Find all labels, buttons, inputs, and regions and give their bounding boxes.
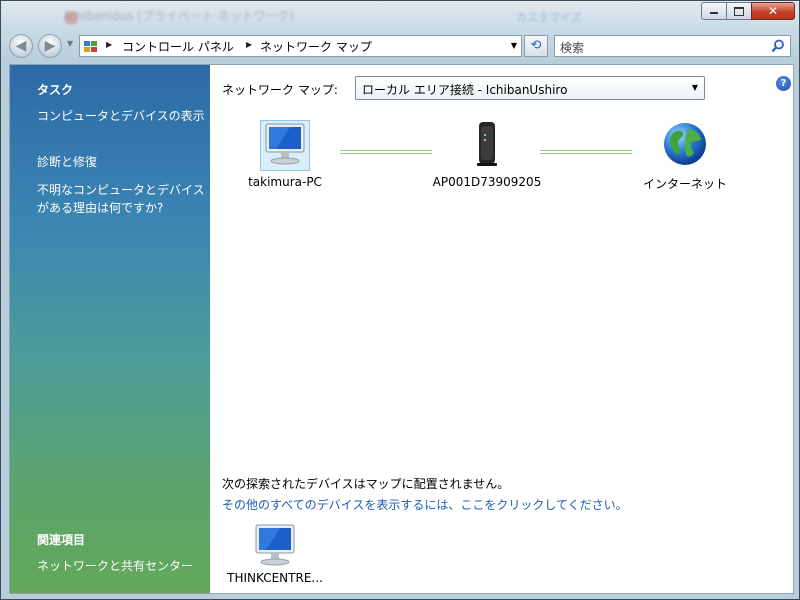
refresh-button[interactable]: ⟲ <box>524 35 548 57</box>
computer-name: takimura-PC <box>248 175 322 189</box>
help-icon[interactable]: ? <box>776 76 791 91</box>
close-icon: ✕ <box>767 4 779 18</box>
tasks-heading: タスク <box>37 83 74 97</box>
task-view-computers-devices[interactable]: コンピュータとデバイスの表示 <box>37 107 207 125</box>
connection-line-pc-router <box>340 150 432 154</box>
back-arrow-icon: ◀ <box>15 38 27 54</box>
computer-icon <box>255 524 295 566</box>
address-dropdown-icon[interactable]: ▼ <box>511 41 517 50</box>
breadcrumb-control-panel[interactable]: コントロール パネル <box>122 38 234 55</box>
connection-select-value: ローカル エリア接続 - IchibanUshiro <box>362 83 568 97</box>
control-panel-icon <box>84 41 97 52</box>
window: Ichibanidos (プライベート ネットワーク) カスタマイズ ✕ ◀ ▶… <box>0 0 800 600</box>
connection-line-router-internet <box>540 150 632 154</box>
back-button[interactable]: ◀ <box>9 34 33 58</box>
refresh-icon: ⟲ <box>530 38 542 53</box>
breadcrumb-separator-icon[interactable]: ▶ <box>106 40 112 49</box>
recent-pages-dropdown[interactable]: ▼ <box>67 39 73 48</box>
search-icon[interactable] <box>771 39 785 53</box>
computer-icon <box>260 120 310 171</box>
router-name: AP001D73909205 <box>432 175 542 189</box>
unplaced-devices-message: 次の探索されたデバイスはマップに配置されません。 <box>222 477 510 491</box>
navigation-bar: ◀ ▶ ▼ ▶ コントロール パネル ▶ ネットワーク マップ ▼ ⟲ 検索 <box>1 31 799 63</box>
globe-icon <box>664 123 706 165</box>
map-node-router[interactable]: AP001D73909205 <box>422 120 552 189</box>
breadcrumb-separator-icon[interactable]: ▶ <box>246 40 252 49</box>
title-bar[interactable]: Ichibanidos (プライベート ネットワーク) カスタマイズ ✕ <box>1 1 799 31</box>
ghost-customize-link: カスタマイズ <box>516 11 582 24</box>
network-map-panel: ネットワーク マップ: ローカル エリア接続 - IchibanUshiro ▼… <box>210 65 793 593</box>
network-map-label: ネットワーク マップ: <box>222 83 338 97</box>
content-area: タスク コンピュータとデバイスの表示 診断と修復 不明なコンピュータとデバイスが… <box>9 64 794 594</box>
related-network-sharing-center[interactable]: ネットワークと共有センター <box>37 557 207 575</box>
search-placeholder: 検索 <box>560 41 585 55</box>
map-node-computer[interactable]: takimura-PC <box>240 120 330 189</box>
unplaced-device[interactable]: THINKCENTRE... <box>220 523 330 585</box>
maximize-button[interactable] <box>726 2 752 20</box>
task-pane: タスク コンピュータとデバイスの表示 診断と修復 不明なコンピュータとデバイスが… <box>10 65 210 593</box>
search-input[interactable]: 検索 <box>554 35 791 57</box>
router-icon <box>477 122 497 166</box>
internet-label: インターネット <box>642 177 727 191</box>
breadcrumb-network-map[interactable]: ネットワーク マップ <box>260 38 372 55</box>
unplaced-device-name: THINKCENTRE... <box>227 571 323 585</box>
map-node-internet[interactable]: インターネット <box>635 120 735 192</box>
related-heading: 関連項目 <box>37 533 86 547</box>
ghost-window-title: Ichibanidos (プライベート ネットワーク) <box>65 9 295 23</box>
show-all-devices-link[interactable]: その他のすべてのデバイスを表示するには、ここをクリックしてください。 <box>222 496 628 513</box>
minimize-icon <box>710 12 718 14</box>
task-diagnose-repair[interactable]: 診断と修復 <box>37 153 207 171</box>
task-why-unknown-devices[interactable]: 不明なコンピュータとデバイスがある理由は何ですか? <box>37 181 207 217</box>
maximize-icon <box>734 7 744 16</box>
address-bar[interactable]: ▶ コントロール パネル ▶ ネットワーク マップ ▼ <box>79 35 522 57</box>
connection-select[interactable]: ローカル エリア接続 - IchibanUshiro ▼ <box>355 76 705 100</box>
forward-arrow-icon: ▶ <box>44 38 56 54</box>
minimize-button[interactable] <box>701 2 727 20</box>
chevron-down-icon: ▼ <box>691 83 698 92</box>
forward-button[interactable]: ▶ <box>38 34 62 58</box>
close-button[interactable]: ✕ <box>751 2 795 20</box>
